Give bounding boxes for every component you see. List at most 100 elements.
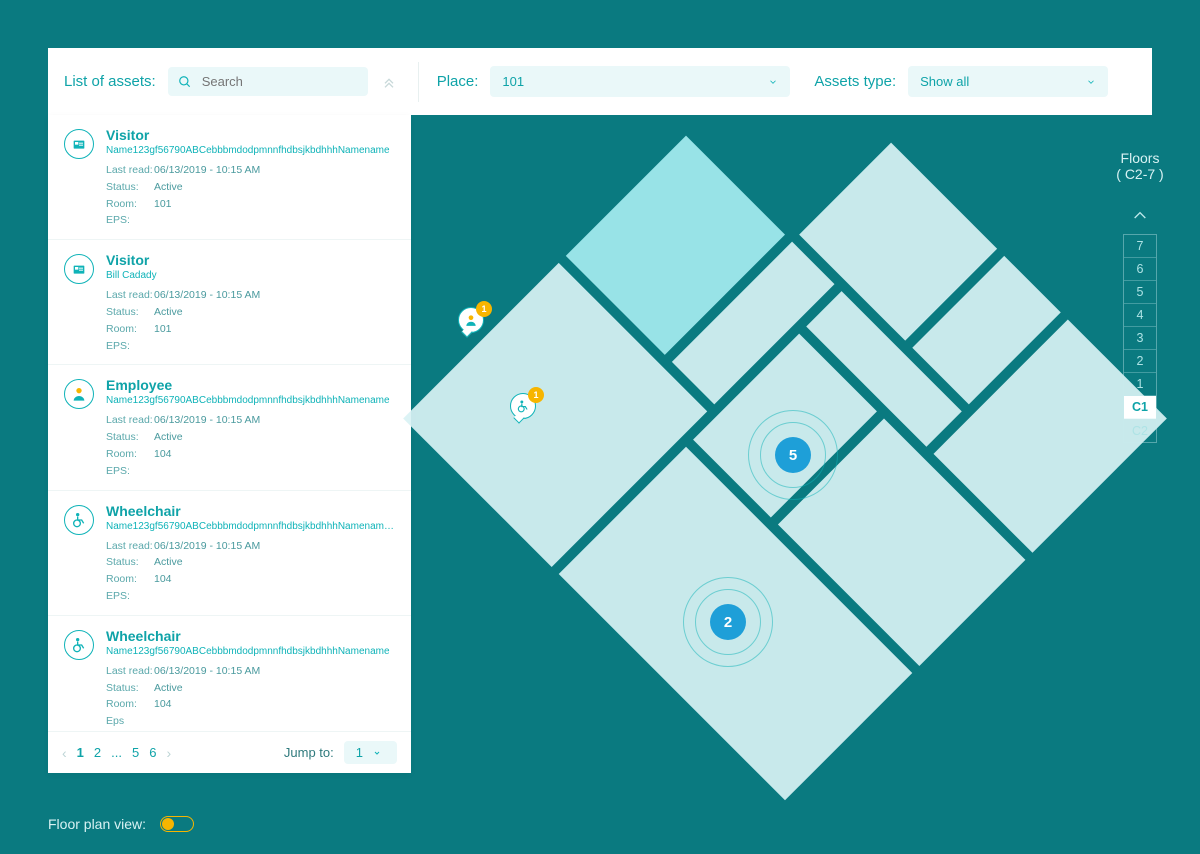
status-value: Active <box>154 304 183 321</box>
floor-item[interactable]: 5 <box>1124 281 1156 304</box>
field-label: Status: <box>106 554 154 571</box>
map-cluster[interactable]: 5 <box>748 410 838 500</box>
field-label: Room: <box>106 446 154 463</box>
visitor-icon <box>64 129 94 159</box>
status-value: Active <box>154 554 183 571</box>
floor-item[interactable]: 6 <box>1124 258 1156 281</box>
page-number[interactable]: 2 <box>94 745 101 760</box>
field-label: Last read: <box>106 412 154 429</box>
switch-knob <box>162 818 174 830</box>
employee-icon <box>64 379 94 409</box>
asset-name: Name123gf56790ABCebbbmdodpmnnfhdbsjkbdhh… <box>106 395 395 406</box>
floor-selector: Floors ( C2-7 ) 7654321C1C2 <box>1110 150 1170 443</box>
asset-card[interactable]: Wheelchair Name123gf56790ABCebbbmdodpmnnf… <box>48 616 411 731</box>
status-value: Active <box>154 179 183 196</box>
map-marker-wheelchair[interactable]: 1 <box>510 393 538 421</box>
cluster-count: 5 <box>775 437 811 473</box>
map-cluster[interactable]: 2 <box>683 577 773 667</box>
pagination: ‹ 12...56 › Jump to: 1 <box>48 731 411 773</box>
list-label: List of assets: <box>64 73 156 90</box>
room-value: 104 <box>154 571 172 588</box>
asset-type: Visitor <box>106 252 395 268</box>
asset-name: Name123gf56790ABCebbbmdodpmnnfhdbsjkbdhh… <box>106 646 395 657</box>
collapse-panel-button[interactable] <box>378 71 400 93</box>
asset-name: Name123gf56790ABCebbbmdodpmnnfhdbsjkbdhh… <box>106 145 395 156</box>
asset-type: Employee <box>106 377 395 393</box>
field-label: Room: <box>106 196 154 213</box>
page-number[interactable]: 1 <box>77 745 84 760</box>
floors-scroll-up[interactable] <box>1110 208 1170 226</box>
floors-range: ( C2-7 ) <box>1110 166 1170 182</box>
floor-item[interactable]: 1 <box>1124 373 1156 396</box>
page-number: ... <box>111 745 122 760</box>
wheelchair-icon <box>516 399 530 413</box>
person-icon <box>464 313 478 327</box>
assets-type-value: Show all <box>920 74 969 89</box>
floor-item[interactable]: 7 <box>1124 235 1156 258</box>
field-label: EPS: <box>106 463 154 480</box>
wheelchair-icon <box>64 630 94 660</box>
floor-item[interactable]: 3 <box>1124 327 1156 350</box>
room-value: 104 <box>154 446 172 463</box>
floor-item[interactable]: C1 <box>1124 396 1156 419</box>
field-label: Last read: <box>106 538 154 555</box>
chevron-double-up-icon <box>381 74 397 90</box>
field-label: Last read: <box>106 162 154 179</box>
floor-plan-view-label: Floor plan view: <box>48 816 146 832</box>
visitor-icon <box>64 254 94 284</box>
floor-item[interactable]: C2 <box>1124 419 1156 442</box>
floor-list: 7654321C1C2 <box>1123 234 1157 443</box>
last-read-value: 06/13/2019 - 10:15 AM <box>154 412 260 429</box>
jump-value: 1 <box>356 745 363 760</box>
floors-title: Floors <box>1110 150 1170 166</box>
floor-plan-view-toggle: Floor plan view: <box>48 816 194 832</box>
asset-card[interactable]: Visitor Bill Cadady Last read:06/13/2019 -… <box>48 240 411 365</box>
field-label: Room: <box>106 321 154 338</box>
floor-item[interactable]: 2 <box>1124 350 1156 373</box>
search-field[interactable] <box>168 67 368 96</box>
room-value: 101 <box>154 196 172 213</box>
search-icon <box>178 74 192 90</box>
jump-to: Jump to: 1 <box>284 741 397 764</box>
page-number[interactable]: 5 <box>132 745 139 760</box>
asset-type: Wheelchair <box>106 503 395 519</box>
field-label: Status: <box>106 179 154 196</box>
asset-name: Bill Cadady <box>106 270 395 281</box>
field-label: EPS: <box>106 338 154 355</box>
place-value: 101 <box>502 74 524 89</box>
room-value: 104 <box>154 696 172 713</box>
map-marker-employee[interactable]: 1 <box>458 307 486 335</box>
asset-card[interactable]: Employee Name123gf56790ABCebbbmdodpmnnfhd… <box>48 365 411 490</box>
search-input[interactable] <box>200 73 358 90</box>
last-read-value: 06/13/2019 - 10:15 AM <box>154 162 260 179</box>
field-label: EPS: <box>106 212 154 229</box>
field-label: Room: <box>106 571 154 588</box>
asset-type: Wheelchair <box>106 628 395 644</box>
page-next[interactable]: › <box>166 745 171 761</box>
chevron-up-icon <box>1132 211 1148 221</box>
assets-type-dropdown[interactable]: Show all <box>908 66 1108 97</box>
asset-list[interactable]: Visitor Name123gf56790ABCebbbmdodpmnnfhdb… <box>48 115 411 731</box>
marker-badge: 1 <box>528 387 544 403</box>
field-label: Status: <box>106 429 154 446</box>
field-label: EPS: <box>106 588 154 605</box>
page-number[interactable]: 6 <box>149 745 156 760</box>
field-label: Last read: <box>106 287 154 304</box>
top-filter-bar: List of assets: Place: 101 Assets type: … <box>48 48 1152 115</box>
asset-card[interactable]: WheelchairName123gf56790ABCebbbmdodpmnnf… <box>48 491 411 616</box>
status-value: Active <box>154 680 183 697</box>
room-value: 101 <box>154 321 172 338</box>
jump-label: Jump to: <box>284 745 334 760</box>
floor-item[interactable]: 4 <box>1124 304 1156 327</box>
page-prev[interactable]: ‹ <box>62 745 67 761</box>
status-value: Active <box>154 429 183 446</box>
view-switch[interactable] <box>160 816 194 832</box>
place-label: Place: <box>437 73 479 90</box>
field-label: Eps <box>106 713 154 730</box>
last-read-value: 06/13/2019 - 10:15 AM <box>154 287 260 304</box>
asset-card[interactable]: VisitorName123gf56790ABCebbbmdodpmnnfhdb… <box>48 115 411 240</box>
last-read-value: 06/13/2019 - 10:15 AM <box>154 538 260 555</box>
jump-dropdown[interactable]: 1 <box>344 741 397 764</box>
field-label: Room: <box>106 696 154 713</box>
floor-plan[interactable]: 1 1 5 2 <box>418 115 1152 794</box>
